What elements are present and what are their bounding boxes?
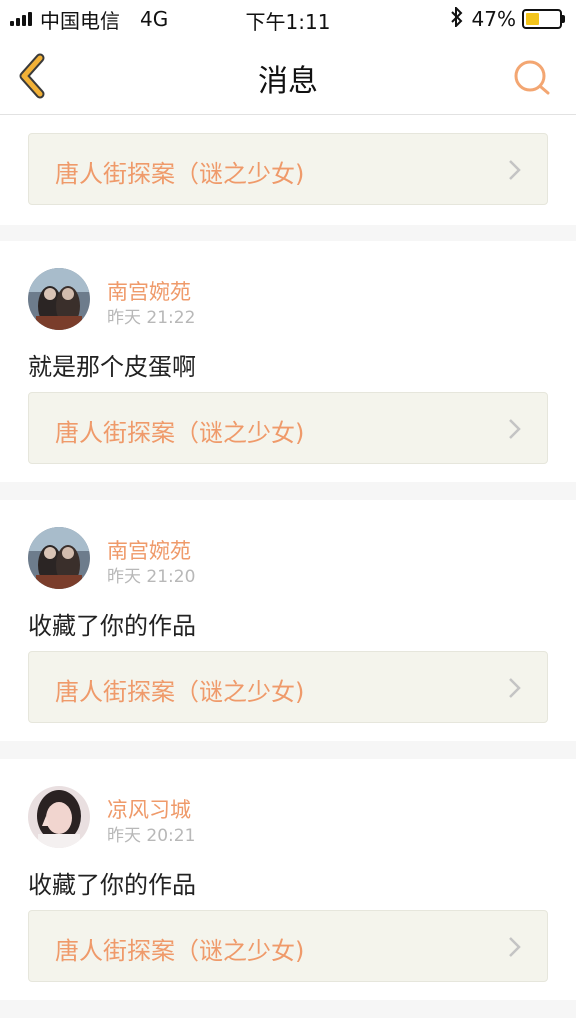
page-title: 消息 bbox=[258, 64, 318, 99]
bluetooth-icon bbox=[450, 5, 464, 32]
battery-percent: 47% bbox=[471, 7, 516, 31]
message-card: 凉风习城 昨天 20:21 收藏了你的作品 唐人街探案（谜之少女) bbox=[0, 759, 576, 1000]
chevron-right-icon bbox=[509, 419, 521, 439]
chevron-right-icon bbox=[509, 160, 521, 180]
work-link[interactable]: 唐人街探案（谜之少女) bbox=[28, 651, 548, 723]
message-time: 昨天 21:20 bbox=[107, 567, 196, 587]
message-card-next bbox=[0, 1018, 576, 1024]
user-name[interactable]: 南宫婉苑 bbox=[107, 276, 191, 306]
chevron-right-icon bbox=[509, 937, 521, 957]
work-link[interactable]: 唐人街探案（谜之少女) bbox=[28, 910, 548, 982]
search-button[interactable] bbox=[512, 58, 552, 98]
search-icon bbox=[514, 60, 550, 95]
user-name[interactable]: 凉风习城 bbox=[107, 794, 191, 824]
status-right: 47% bbox=[450, 5, 565, 32]
battery-level bbox=[526, 13, 539, 25]
status-bar: 中国电信 4G 下午1:11 47% bbox=[0, 0, 576, 38]
work-title: 唐人街探案（谜之少女) bbox=[55, 937, 305, 965]
nav-bar: 消息 bbox=[0, 38, 576, 115]
work-title: 唐人街探案（谜之少女) bbox=[55, 419, 305, 447]
work-title: 唐人街探案（谜之少女) bbox=[55, 678, 305, 706]
message-text: 收藏了你的作品 bbox=[28, 871, 196, 899]
avatar[interactable] bbox=[28, 786, 90, 848]
work-title: 唐人街探案（谜之少女) bbox=[55, 160, 305, 188]
chevron-right-icon bbox=[509, 678, 521, 698]
message-card: 南宫婉苑 昨天 21:22 就是那个皮蛋啊 唐人街探案（谜之少女) bbox=[0, 241, 576, 482]
message-text: 收藏了你的作品 bbox=[28, 612, 196, 640]
message-text: 就是那个皮蛋啊 bbox=[28, 353, 196, 381]
message-time: 昨天 20:21 bbox=[107, 826, 196, 846]
avatar[interactable] bbox=[28, 268, 90, 330]
user-name[interactable]: 南宫婉苑 bbox=[107, 535, 191, 565]
message-time: 昨天 21:22 bbox=[107, 308, 196, 328]
work-link[interactable]: 唐人街探案（谜之少女) bbox=[28, 392, 548, 464]
battery-icon bbox=[522, 9, 565, 29]
message-card-top: 唐人街探案（谜之少女) bbox=[0, 115, 576, 225]
message-card: 南宫婉苑 昨天 21:20 收藏了你的作品 唐人街探案（谜之少女) bbox=[0, 500, 576, 741]
avatar[interactable] bbox=[28, 527, 90, 589]
work-link[interactable]: 唐人街探案（谜之少女) bbox=[28, 133, 548, 205]
